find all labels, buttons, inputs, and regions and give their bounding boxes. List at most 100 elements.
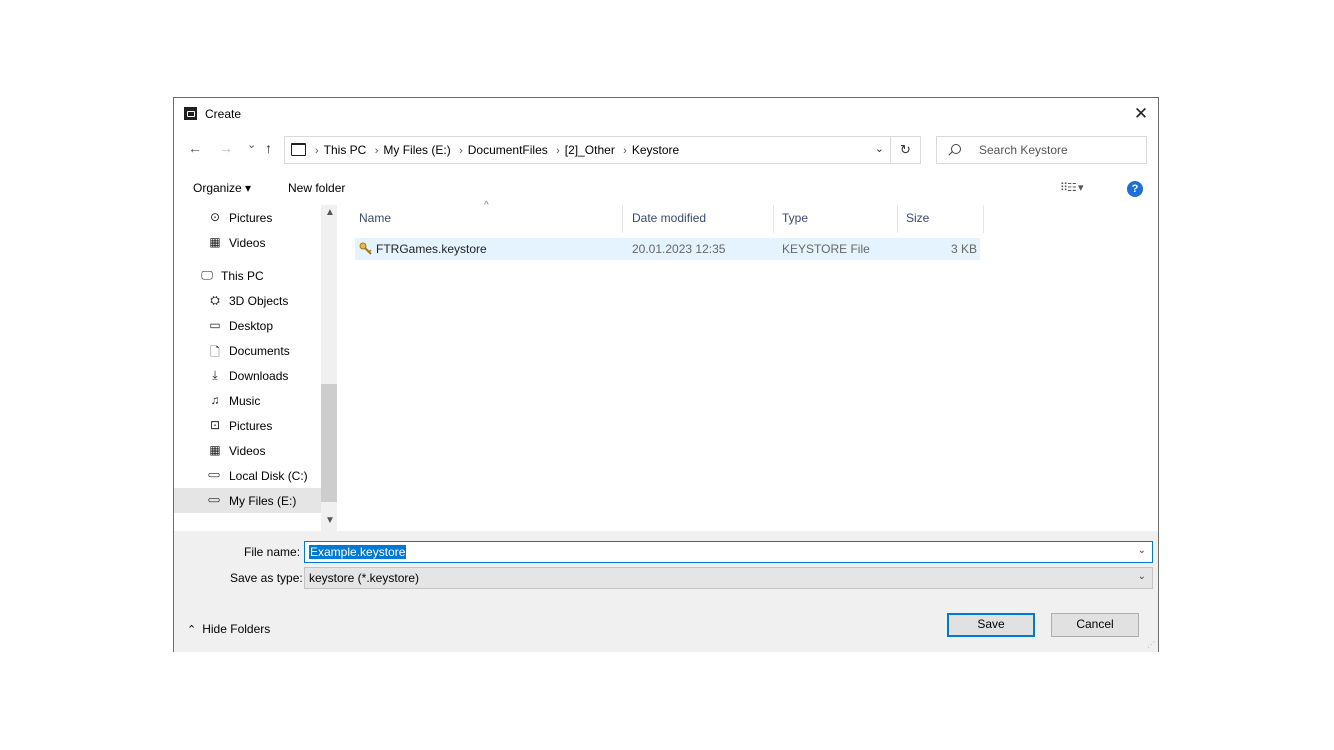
drive-icon: ⊂⊃ xyxy=(207,495,220,505)
scroll-up-icon[interactable]: ▲ xyxy=(325,207,335,218)
scroll-down-icon[interactable]: ▼ xyxy=(325,515,335,526)
sidebar-item-label: Pictures xyxy=(229,211,273,225)
sidebar-scrollbar[interactable]: ▲ ▼ xyxy=(321,205,337,531)
keystore-file-icon xyxy=(359,242,372,255)
sidebar-item-videos[interactable]: ▦ Videos xyxy=(174,438,321,463)
recent-locations-icon[interactable]: ⌄ xyxy=(247,138,256,151)
sidebar-item-label: My Files (E:) xyxy=(229,494,297,508)
breadcrumb-my-files[interactable]: My Files (E:) xyxy=(383,143,450,157)
window-title: Create xyxy=(205,107,242,121)
sidebar-item-local-disk[interactable]: ⊂⊃ Local Disk (C:) xyxy=(174,463,321,488)
pictures-icon: ⊡ xyxy=(209,418,221,432)
column-header-date-modified[interactable]: Date modified xyxy=(632,211,706,225)
address-bar[interactable]: › This PC › My Files (E:) › DocumentFiles ›… xyxy=(284,136,891,164)
3d-objects-icon: ⛭ xyxy=(210,293,220,307)
videos-icon: ▦ xyxy=(209,235,221,249)
sort-ascending-icon: ^ xyxy=(484,200,489,211)
column-divider[interactable] xyxy=(983,205,984,233)
sidebar-item-label: Desktop xyxy=(229,319,274,333)
resize-grip-icon[interactable]: ⋰ xyxy=(1147,640,1155,649)
music-icon: ♫ xyxy=(210,393,220,407)
view-options-icon[interactable]: ⠿☷ ▾ xyxy=(1060,181,1083,194)
file-date: 20.01.2023 12:35 xyxy=(632,242,726,256)
breadcrumb-separator: › xyxy=(556,145,560,157)
save-as-type-label: Save as type: xyxy=(230,571,303,585)
sidebar-item-videos[interactable]: ▦ Videos xyxy=(174,230,321,255)
table-row[interactable]: FTRGames.keystore 20.01.2023 12:35 KEYST… xyxy=(355,238,980,260)
column-divider[interactable] xyxy=(622,205,623,233)
sidebar-item-label: Videos xyxy=(229,444,266,458)
sidebar-item-label: Pictures xyxy=(229,419,273,433)
search-input[interactable]: Search Keystore xyxy=(979,143,1068,157)
app-icon xyxy=(184,107,197,120)
breadcrumb-documentfiles[interactable]: DocumentFiles xyxy=(468,143,548,157)
sidebar-item-label: Downloads xyxy=(229,369,289,383)
column-divider[interactable] xyxy=(897,205,898,233)
navigation-pane: ⊙ Pictures ▦ Videos 🖵 This PC ⛭ 3D Objec… xyxy=(174,205,337,531)
hide-folders-label: Hide Folders xyxy=(202,622,271,636)
sidebar-item-my-files[interactable]: ⊂⊃ My Files (E:) xyxy=(174,488,321,513)
sidebar-item-label: Local Disk (C:) xyxy=(229,469,308,483)
save-button[interactable]: Save xyxy=(947,613,1035,637)
back-arrow-icon[interactable]: ← xyxy=(188,140,202,156)
file-name-field[interactable]: Example.keystore ⌄ xyxy=(304,541,1153,563)
file-name-value[interactable]: Example.keystore xyxy=(309,545,407,559)
address-dropdown-icon[interactable]: ⌄ xyxy=(875,142,884,155)
column-header-type[interactable]: Type xyxy=(782,211,808,225)
chevron-down-icon[interactable]: ⌄ xyxy=(1138,545,1146,556)
file-name-label: File name: xyxy=(244,545,301,559)
hide-folders-button[interactable]: ⌃ Hide Folders xyxy=(187,622,270,636)
chevron-up-icon: ⌃ xyxy=(187,624,197,636)
breadcrumb-this-pc[interactable]: This PC xyxy=(324,143,367,157)
up-arrow-icon[interactable]: ↑ xyxy=(265,140,272,156)
save-dialog: Create ✕ ← → ⌄ ↑ › This PC › My Files (E:)… xyxy=(173,97,1159,652)
download-icon: ⤓ xyxy=(212,368,218,382)
document-icon: 🗋 xyxy=(210,345,220,359)
chevron-down-icon[interactable]: ⌄ xyxy=(1138,571,1146,582)
scrollbar-thumb[interactable] xyxy=(321,384,337,502)
breadcrumb: › This PC › My Files (E:) › DocumentFiles ›… xyxy=(310,143,679,157)
close-icon[interactable]: ✕ xyxy=(1124,98,1158,130)
breadcrumb-other[interactable]: [2]_Other xyxy=(565,143,615,157)
forward-arrow-icon[interactable]: → xyxy=(219,140,233,156)
breadcrumb-separator: › xyxy=(459,145,463,157)
new-folder-button[interactable]: New folder xyxy=(288,181,345,195)
sidebar-item-label: Videos xyxy=(229,236,266,250)
cancel-button[interactable]: Cancel xyxy=(1051,613,1139,637)
folder-icon xyxy=(291,143,306,156)
sidebar-item-downloads[interactable]: ⤓ Downloads xyxy=(174,363,321,388)
refresh-icon[interactable]: ↻ xyxy=(891,136,921,164)
search-icon xyxy=(951,144,961,154)
breadcrumb-separator: › xyxy=(623,145,627,157)
help-icon[interactable]: ? xyxy=(1127,181,1143,197)
sidebar-item-label: Music xyxy=(229,394,261,408)
sidebar-item-pictures[interactable]: ⊡ Pictures xyxy=(174,413,321,438)
sidebar-item-desktop[interactable]: ▭ Desktop xyxy=(174,313,321,338)
save-form: File name: Example.keystore ⌄ Save as ty… xyxy=(174,531,1158,652)
sidebar-item-label: This PC xyxy=(221,269,264,283)
file-list: ^ Name Date modified Type Size FTRGames.… xyxy=(337,200,1158,531)
sidebar-item-documents[interactable]: 🗋 Documents xyxy=(174,338,321,363)
search-box[interactable]: Search Keystore xyxy=(936,136,1147,164)
breadcrumb-keystore[interactable]: Keystore xyxy=(632,143,679,157)
file-size: 3 KB xyxy=(951,242,978,256)
file-type: KEYSTORE File xyxy=(782,242,870,256)
column-divider[interactable] xyxy=(773,205,774,233)
save-as-type-value: keystore (*.keystore) xyxy=(309,571,420,585)
organize-button[interactable]: Organize ▾ xyxy=(193,181,251,195)
navigation-bar: ← → ⌄ ↑ › This PC › My Files (E:) › Documen… xyxy=(174,136,1158,166)
sidebar-item-pictures[interactable]: ⊙ Pictures xyxy=(174,205,321,230)
sidebar-item-3d-objects[interactable]: ⛭ 3D Objects xyxy=(174,288,321,313)
sidebar-item-label: Documents xyxy=(229,344,290,358)
column-header-size[interactable]: Size xyxy=(906,211,929,225)
pictures-icon: ⊙ xyxy=(209,210,221,224)
title-bar: Create ✕ xyxy=(174,98,1158,130)
sidebar-item-music[interactable]: ♫ Music xyxy=(174,388,321,413)
file-name: FTRGames.keystore xyxy=(376,242,487,256)
breadcrumb-separator: › xyxy=(315,145,319,157)
save-as-type-select[interactable]: keystore (*.keystore) ⌄ xyxy=(304,567,1153,589)
sidebar-item-this-pc[interactable]: 🖵 This PC xyxy=(174,263,321,288)
desktop-icon: ▭ xyxy=(209,318,221,332)
sidebar-item-label: 3D Objects xyxy=(229,294,289,308)
column-header-name[interactable]: Name xyxy=(359,211,391,225)
